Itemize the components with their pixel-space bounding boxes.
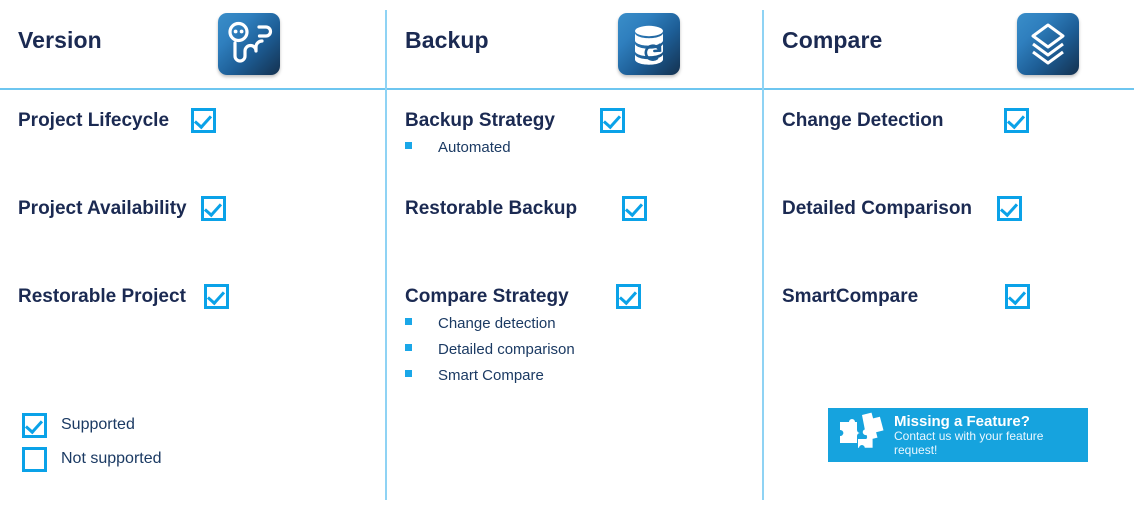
column-backup: Backup Backup Strategy Automated Restora… (387, 0, 762, 510)
legend: Supported Not supported (22, 408, 162, 476)
bullet-icon (405, 142, 412, 149)
feature-label: Detailed Comparison (782, 197, 973, 219)
feature-label: Restorable Project (18, 285, 186, 307)
missing-feature-banner[interactable]: Missing a Feature? Contact us with your … (828, 408, 1088, 462)
feature-heading: Restorable Backup (405, 196, 648, 221)
list-item: Detailed comparison (405, 341, 641, 367)
feature-heading: Project Lifecycle (18, 108, 217, 133)
feature-heading: Change Detection (782, 108, 1029, 133)
feature-row: Project Availability (18, 196, 226, 221)
banner-title: Missing a Feature? (894, 412, 1030, 430)
bullet-icon (405, 370, 412, 377)
legend-not-supported-label: Not supported (61, 450, 162, 467)
stacked-layers-icon (1017, 13, 1079, 75)
supported-checkbox[interactable] (1003, 108, 1029, 133)
legend-not-supported-checkbox (22, 446, 47, 472)
column-title: Version (18, 27, 102, 53)
feature-heading: Compare Strategy (405, 284, 641, 309)
legend-supported-label: Supported (61, 416, 135, 433)
feature-heading: Backup Strategy (405, 108, 625, 133)
feature-row: Change Detection (782, 108, 1029, 133)
subitem-label: Detailed comparison (438, 341, 575, 358)
feature-label: Restorable Backup (405, 197, 578, 219)
bullet-icon (405, 344, 412, 351)
supported-checkbox[interactable] (599, 108, 625, 133)
feature-label: Project Availability (18, 197, 187, 219)
column-header-backup: Backup (387, 0, 762, 88)
supported-checkbox[interactable] (615, 284, 641, 309)
supported-checkbox[interactable] (1005, 284, 1031, 309)
legend-row-not-supported: Not supported (22, 442, 162, 476)
feature-subitem-list: Change detection Detailed comparison Sma… (405, 315, 641, 393)
feature-row: Project Lifecycle (18, 108, 217, 133)
supported-checkbox[interactable] (200, 196, 226, 221)
list-item: Automated (405, 139, 625, 165)
legend-supported-checkbox (22, 412, 47, 438)
supported-checkbox[interactable] (622, 196, 648, 221)
feature-heading: SmartCompare (782, 284, 1031, 309)
subitem-label: Change detection (438, 315, 556, 332)
feature-label: Project Lifecycle (18, 109, 170, 131)
supported-checkbox[interactable] (191, 108, 217, 133)
feature-subitem-list: Automated (405, 139, 625, 165)
column-title: Backup (405, 27, 489, 53)
banner-subtitle: Contact us with your feature request! (894, 428, 1044, 457)
column-header-version: Version (0, 0, 385, 88)
column-header-compare: Compare (764, 0, 1134, 88)
legend-row-supported: Supported (22, 408, 162, 442)
feature-heading: Detailed Comparison (782, 196, 1023, 221)
person-workflow-icon (218, 13, 280, 75)
list-item: Change detection (405, 315, 641, 341)
feature-heading: Project Availability (18, 196, 226, 221)
column-title: Compare (782, 27, 883, 53)
feature-row: Detailed Comparison (782, 196, 1023, 221)
feature-row: SmartCompare (782, 284, 1031, 309)
feature-row: Restorable Project (18, 284, 229, 309)
database-restore-icon (618, 13, 680, 75)
supported-checkbox[interactable] (997, 196, 1023, 221)
subitem-label: Smart Compare (438, 367, 544, 384)
feature-heading: Restorable Project (18, 284, 229, 309)
column-version: Version Project Lifecycle Project Availa… (0, 0, 385, 510)
supported-checkbox[interactable] (203, 284, 229, 309)
list-item: Smart Compare (405, 367, 641, 393)
feature-label: SmartCompare (782, 285, 919, 307)
feature-row: Restorable Backup (405, 196, 648, 221)
feature-label: Change Detection (782, 109, 944, 131)
feature-row: Compare Strategy Change detection Detail… (405, 284, 641, 393)
banner-text-block: Missing a Feature? Contact us with your … (894, 413, 1088, 458)
feature-row: Backup Strategy Automated (405, 108, 625, 165)
subitem-label: Automated (438, 139, 511, 156)
feature-label: Compare Strategy (405, 285, 569, 307)
puzzle-pieces-icon (838, 411, 884, 460)
feature-label: Backup Strategy (405, 109, 555, 131)
bullet-icon (405, 318, 412, 325)
